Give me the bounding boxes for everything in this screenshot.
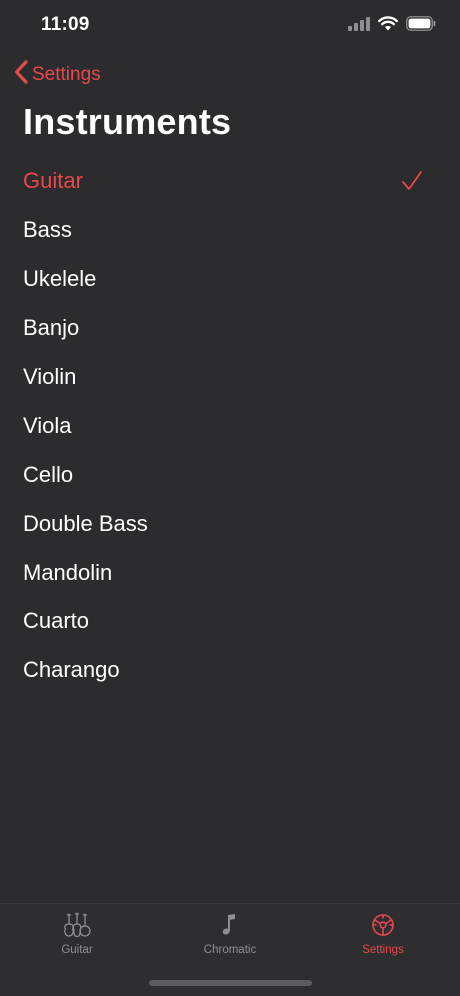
tab-guitar[interactable]: Guitar: [17, 910, 137, 966]
status-bar: 11:09: [0, 0, 460, 50]
instrument-label: Cuarto: [23, 608, 90, 634]
instrument-item-viola[interactable]: Viola: [0, 401, 460, 450]
tab-settings[interactable]: Settings: [323, 910, 443, 966]
instrument-label: Charango: [23, 657, 120, 683]
home-indicator: [149, 980, 312, 986]
instrument-item-guitar[interactable]: Guitar: [0, 157, 460, 206]
instrument-label: Cello: [23, 461, 74, 487]
page-title: Instruments: [23, 101, 232, 142]
instrument-item-cello[interactable]: Cello: [0, 450, 460, 499]
back-button[interactable]: Settings: [13, 60, 101, 90]
instrument-label: Guitar: [23, 168, 83, 194]
tab-label: Chromatic: [203, 944, 257, 956]
cellular-signal-icon: [348, 16, 370, 36]
instrument-label: Viola: [23, 412, 72, 438]
tab-label: Guitar: [61, 944, 93, 956]
wifi-icon: [378, 16, 398, 36]
instrument-item-bass[interactable]: Bass: [0, 206, 460, 255]
back-button-label: Settings: [32, 64, 101, 85]
instrument-list: Guitar Bass Ukelele Banjo Violin Viola C…: [0, 157, 460, 695]
instrument-item-ukelele[interactable]: Ukelele: [0, 255, 460, 304]
instrument-label: Double Bass: [23, 510, 148, 536]
checkmark-icon: [401, 170, 423, 192]
instruments-screen: 11:09 Settings Instruments Guitar Bass U…: [0, 0, 460, 996]
instrument-item-mandolin[interactable]: Mandolin: [0, 548, 460, 597]
instrument-label: Banjo: [23, 315, 80, 341]
instrument-label: Mandolin: [23, 559, 113, 585]
instrument-item-cuarto[interactable]: Cuarto: [0, 597, 460, 646]
guitar-icon: [62, 910, 92, 940]
instrument-item-charango[interactable]: Charango: [0, 646, 460, 695]
chevron-left-icon: [13, 60, 32, 90]
status-icons: [348, 16, 436, 36]
instrument-item-double-bass[interactable]: Double Bass: [0, 499, 460, 548]
instrument-item-violin[interactable]: Violin: [0, 353, 460, 402]
tab-chromatic[interactable]: Chromatic: [170, 910, 290, 966]
status-time: 11:09: [41, 14, 90, 35]
music-note-icon: [215, 910, 245, 940]
instrument-label: Bass: [23, 217, 72, 243]
tab-label: Settings: [362, 944, 404, 956]
instrument-label: Violin: [23, 364, 77, 389]
gear-icon: [368, 910, 398, 940]
battery-icon: [406, 16, 436, 36]
instrument-label: Ukelele: [23, 266, 97, 292]
instrument-item-banjo[interactable]: Banjo: [0, 304, 460, 353]
